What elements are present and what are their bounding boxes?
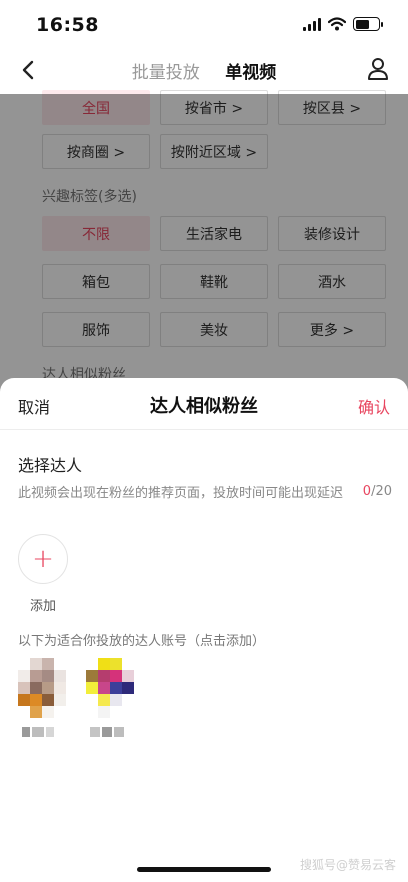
watermark: 搜狐号@赞易云客 [299,858,396,872]
tab-single-video[interactable]: 单视频 [225,58,276,83]
bottom-sheet: 取消 达人相似粉丝 确认 选择达人 此视频会出现在粉丝的推荐页面，投放时间可能出… [0,378,408,882]
selected-count: 0 [362,484,372,499]
add-influencer-button[interactable]: + [18,534,68,584]
confirm-button[interactable]: 确认 [358,394,390,418]
wifi-icon [328,17,346,31]
nav-tabs: 批量投放 单视频 [0,58,408,83]
avatar-name-blurred [90,727,130,739]
nav-header: 批量投放 单视频 [0,46,408,94]
select-influencer-title: 选择达人 [18,456,83,475]
status-icons [303,17,383,31]
battery-icon [353,17,383,31]
user-icon[interactable] [366,56,390,82]
tab-batch[interactable]: 批量投放 [132,58,200,83]
delay-hint: 此视频会出现在粉丝的推荐页面，投放时间可能出现延迟 [18,486,344,501]
add-label: 添加 [30,599,57,614]
suggested-accounts-label: 以下为适合你投放的达人账号（点击添加） [18,634,266,649]
suggested-avatar[interactable] [18,658,66,718]
sheet-header: 取消 达人相似粉丝 确认 [0,378,408,430]
sheet-title: 达人相似粉丝 [150,396,258,417]
suggested-avatar[interactable] [86,658,134,718]
cellular-signal-icon [303,17,321,31]
plus-icon: + [32,544,54,574]
avatar-name-blurred [22,727,62,739]
max-count: /20 [371,484,392,499]
status-bar: 16:58 [0,0,408,46]
status-time: 16:58 [36,14,99,36]
selection-counter: 0/20 [363,484,392,499]
home-indicator [137,867,271,872]
